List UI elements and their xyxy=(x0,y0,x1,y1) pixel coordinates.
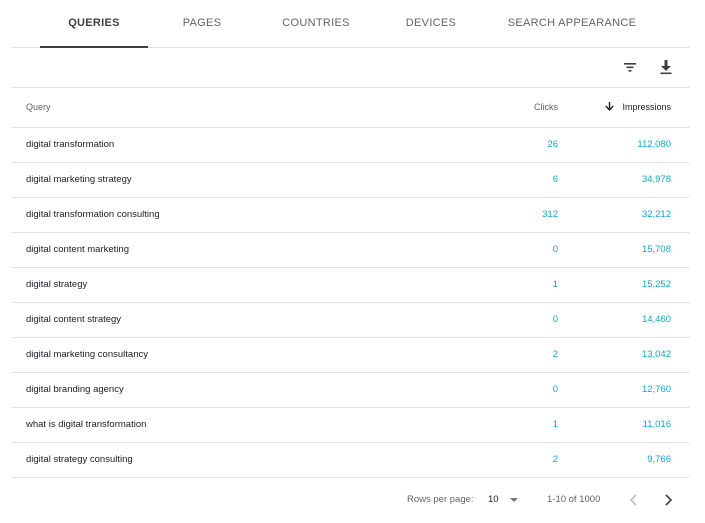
table-row[interactable]: digital content marketing 0 15,708 xyxy=(12,233,690,268)
query-cell: digital marketing consultancy xyxy=(26,349,148,360)
clicks-cell: 1 xyxy=(552,279,558,290)
rows-per-page-select[interactable]: 10 xyxy=(488,490,522,510)
column-header-clicks[interactable]: Clicks xyxy=(534,88,558,127)
page-range-label: 1-10 of 1000 xyxy=(547,494,601,505)
impressions-cell: 12,760 xyxy=(641,384,671,395)
query-cell: digital marketing strategy xyxy=(26,174,132,185)
query-cell: digital strategy consulting xyxy=(26,454,133,465)
query-cell: digital content marketing xyxy=(26,244,129,255)
search-performance-panel: QUERIES PAGES COUNTRIES DEVICES SEARCH A… xyxy=(0,0,705,523)
impressions-cell: 15,252 xyxy=(641,279,671,290)
clicks-cell: 0 xyxy=(552,244,558,255)
rows-per-page-value: 10 xyxy=(488,494,499,505)
impressions-cell: 11,016 xyxy=(642,419,671,430)
clicks-cell: 0 xyxy=(552,384,558,395)
impressions-cell: 112,080 xyxy=(637,139,671,150)
chevron-right-icon[interactable] xyxy=(658,490,678,510)
tab-countries[interactable]: COUNTRIES xyxy=(256,0,376,47)
rows-per-page-label: Rows per page: xyxy=(407,494,474,505)
query-cell: digital branding agency xyxy=(26,384,124,395)
clicks-cell: 0 xyxy=(552,314,558,325)
table-row[interactable]: digital strategy 1 15,252 xyxy=(12,268,690,303)
tab-search-appearance[interactable]: SEARCH APPEARANCE xyxy=(502,0,642,47)
arrow-down-icon xyxy=(604,101,615,112)
query-cell: digital strategy xyxy=(26,279,88,290)
download-icon[interactable] xyxy=(655,56,677,78)
query-cell: what is digital transformation xyxy=(26,419,147,430)
tab-bar: QUERIES PAGES COUNTRIES DEVICES SEARCH A… xyxy=(12,0,690,48)
impressions-cell: 14,460 xyxy=(641,314,671,325)
clicks-cell: 2 xyxy=(552,349,558,360)
filter-icon[interactable] xyxy=(619,56,641,78)
table-row[interactable]: digital strategy consulting 2 9,766 xyxy=(12,443,690,478)
impressions-cell: 9,766 xyxy=(647,454,671,465)
impressions-cell: 15,708 xyxy=(641,244,671,255)
clicks-cell: 1 xyxy=(552,419,558,430)
table-row[interactable]: what is digital transformation 1 11,016 xyxy=(12,408,690,443)
table-header: Query Clicks Impressions xyxy=(12,88,690,128)
clicks-cell: 26 xyxy=(547,139,558,150)
impressions-cell: 32,212 xyxy=(641,209,671,220)
impressions-cell: 34,978 xyxy=(641,174,671,185)
column-header-impressions[interactable]: Impressions xyxy=(622,88,671,127)
table-toolbar xyxy=(12,48,690,88)
query-cell: digital transformation xyxy=(26,139,115,150)
tab-devices[interactable]: DEVICES xyxy=(376,0,486,47)
tab-pages[interactable]: PAGES xyxy=(148,0,256,47)
column-header-query[interactable]: Query xyxy=(26,88,51,127)
table-row[interactable]: digital marketing strategy 6 34,978 xyxy=(12,163,690,198)
pagination-footer: Rows per page: 10 1-10 of 1000 xyxy=(12,478,690,523)
query-cell: digital transformation consulting xyxy=(26,209,160,220)
table-row[interactable]: digital transformation 26 112,080 xyxy=(12,128,690,163)
clicks-cell: 6 xyxy=(552,174,558,185)
query-cell: digital content strategy xyxy=(26,314,122,325)
tab-queries[interactable]: QUERIES xyxy=(40,0,148,48)
table-row[interactable]: digital branding agency 0 12,760 xyxy=(12,373,690,408)
table-row[interactable]: digital content strategy 0 14,460 xyxy=(12,303,690,338)
chevron-left-icon[interactable] xyxy=(624,490,644,510)
caret-down-icon xyxy=(510,498,518,502)
table-row[interactable]: digital marketing consultancy 2 13,042 xyxy=(12,338,690,373)
queries-table: Query Clicks Impressions digital transfo… xyxy=(12,88,690,478)
impressions-cell: 13,042 xyxy=(641,349,671,360)
clicks-cell: 312 xyxy=(542,209,558,220)
clicks-cell: 2 xyxy=(552,454,558,465)
table-row[interactable]: digital transformation consulting 312 32… xyxy=(12,198,690,233)
